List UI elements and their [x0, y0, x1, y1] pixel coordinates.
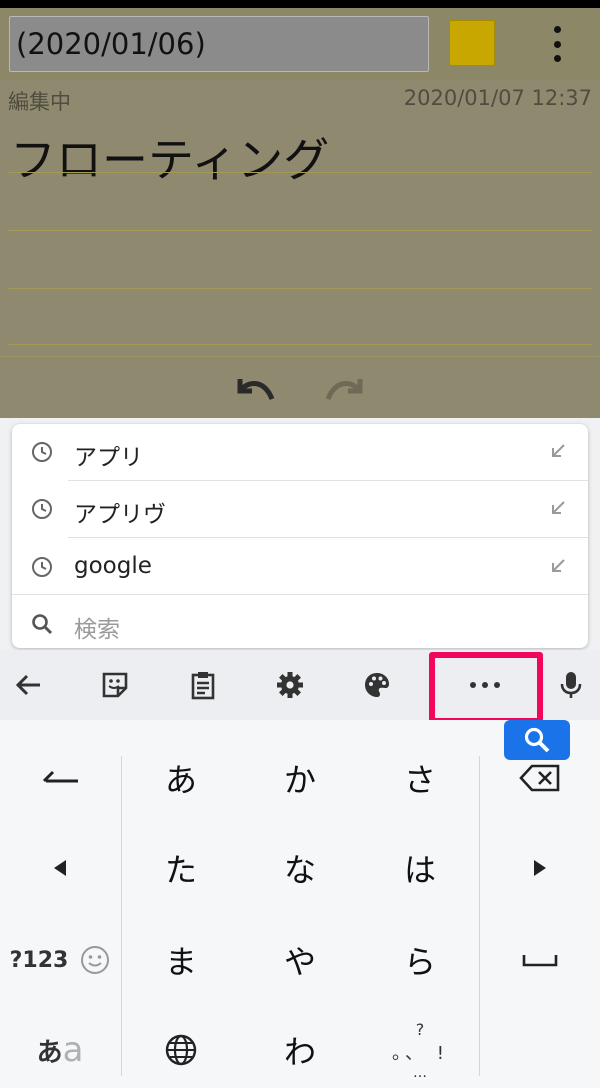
globe-key[interactable] [121, 1004, 241, 1088]
undo-icon[interactable] [232, 373, 278, 407]
suggestion-panel: アプリ アプリヴ google 検索 [12, 424, 588, 648]
redo-icon[interactable] [322, 373, 368, 407]
note-editor: (2020/01/06) 編集中 2020/01/07 12:37 フローティン… [0, 8, 600, 418]
editing-status: 編集中 [8, 90, 71, 114]
punct-mid: 。、 ! [392, 1042, 448, 1064]
space-icon [522, 955, 558, 967]
search-enter-key[interactable] [504, 720, 570, 760]
key-ha[interactable]: は [360, 822, 480, 914]
cursor-back-key[interactable] [0, 732, 120, 824]
suggestion-label: アプリ [74, 445, 143, 471]
soft-keyboard: アプリ アプリヴ google 検索 ?123 あ a あ か さ た な は … [0, 418, 600, 1088]
search-icon [32, 614, 53, 635]
numbers-emoji-key[interactable]: ?123 [0, 914, 120, 1006]
key-ta[interactable]: た [121, 822, 241, 914]
status-bar [0, 0, 600, 8]
clock-icon [32, 557, 52, 577]
numbers-label: ?123 [9, 947, 69, 973]
note-text[interactable]: フローティング [10, 124, 329, 190]
clock-icon [32, 499, 52, 519]
key-ma[interactable]: ま [121, 914, 241, 1006]
ruled-line [8, 344, 592, 345]
key-ra[interactable]: ら [360, 914, 480, 1006]
ruled-line [8, 172, 592, 173]
key-wa[interactable]: わ [240, 1004, 360, 1088]
clipboard-icon[interactable] [188, 670, 218, 700]
key-na[interactable]: な [240, 822, 360, 914]
globe-icon [165, 1034, 197, 1066]
punctuation-key[interactable]: ? 。、 ! … [360, 1004, 480, 1088]
overflow-menu-icon[interactable] [540, 22, 574, 66]
gear-icon[interactable] [275, 670, 305, 700]
triangle-right-icon [534, 860, 546, 876]
key-a[interactable]: あ [121, 732, 241, 824]
color-swatch-button[interactable] [449, 20, 495, 66]
smiley-icon [81, 946, 110, 974]
palette-icon[interactable] [362, 670, 392, 700]
note-body[interactable]: フローティング [0, 118, 600, 358]
insert-arrow-icon[interactable] [548, 441, 568, 461]
insert-arrow-icon[interactable] [548, 556, 568, 576]
note-timestamp: 2020/01/07 12:37 [403, 86, 592, 110]
ruled-line [8, 230, 592, 231]
note-title-field[interactable]: (2020/01/06) [9, 16, 429, 72]
suggestion-label: アプリヴ [74, 502, 166, 528]
insert-arrow-icon[interactable] [548, 498, 568, 518]
back-arrow-icon[interactable] [14, 670, 44, 700]
note-topbar: (2020/01/06) [0, 8, 600, 80]
key-grid: ?123 あa あ か さ た な は ま や ら わ ? 。、 ! … [0, 720, 600, 1088]
suggestion-item[interactable]: アプリ [12, 424, 588, 480]
keyboard-toolbar [0, 650, 600, 724]
kana-switch-key[interactable]: あa [0, 1004, 120, 1088]
triangle-left-icon [54, 860, 66, 876]
alpha-label: a [62, 1030, 84, 1070]
suggestion-item[interactable]: アプリヴ [12, 481, 588, 537]
cursor-right-key[interactable] [480, 822, 600, 914]
punct-top: ? [415, 1019, 425, 1039]
note-meta: 編集中 2020/01/07 12:37 [0, 80, 600, 120]
search-icon [524, 727, 550, 753]
undo-redo-bar [0, 356, 600, 418]
suggestion-label: google [74, 553, 152, 579]
ruled-line [8, 288, 592, 289]
undo-kana-icon [42, 770, 78, 783]
divider [68, 537, 588, 538]
key-ka[interactable]: か [240, 732, 360, 824]
backspace-icon [519, 764, 560, 792]
more-icon[interactable] [470, 682, 500, 690]
suggestion-item[interactable]: google [12, 539, 588, 595]
key-ya[interactable]: や [240, 914, 360, 1006]
cursor-left-key[interactable] [0, 822, 120, 914]
clock-icon [32, 442, 52, 462]
mic-icon[interactable] [556, 670, 586, 700]
search-field[interactable]: 検索 [12, 596, 588, 652]
kana-label: あ [36, 1037, 63, 1068]
punct-bottom: … [413, 1064, 427, 1081]
key-sa[interactable]: さ [360, 732, 480, 824]
space-key[interactable] [480, 914, 600, 1006]
divider [12, 594, 588, 595]
search-placeholder: 検索 [74, 617, 120, 643]
sticker-icon[interactable] [100, 670, 130, 700]
